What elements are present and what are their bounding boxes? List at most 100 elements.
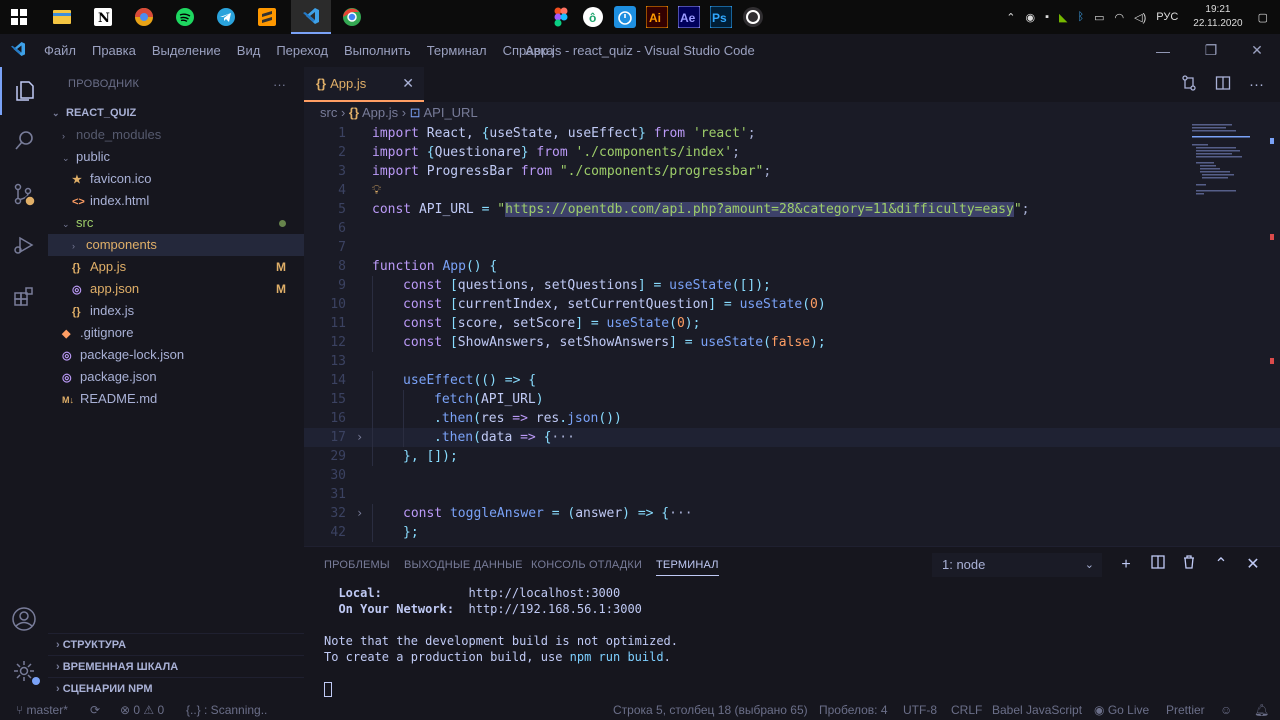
split-terminal-icon[interactable]: [1146, 553, 1170, 577]
code-line[interactable]: 31: [304, 485, 1280, 504]
app-tray-icon[interactable]: ◉: [1026, 11, 1036, 24]
illustrator-icon[interactable]: Ai: [644, 0, 670, 34]
close-icon[interactable]: ✕: [402, 67, 414, 100]
code-line[interactable]: 42};: [304, 523, 1280, 542]
workspace-root[interactable]: ⌄ REACT_QUIZ: [48, 102, 304, 124]
search-icon[interactable]: [0, 117, 48, 165]
code-line[interactable]: 29}, []);: [304, 447, 1280, 466]
tree-item-favicon[interactable]: ★ favicon.ico: [48, 168, 304, 190]
chrome-canary-icon[interactable]: [127, 0, 161, 34]
terminal-selector[interactable]: 1: node ⌄: [932, 553, 1102, 577]
code-line[interactable]: 7: [304, 238, 1280, 257]
notifications-icon[interactable]: ▢: [1258, 11, 1268, 24]
feedback-icon[interactable]: ☺: [1220, 700, 1232, 720]
split-editor-icon[interactable]: [1215, 75, 1231, 95]
more-actions-icon[interactable]: ···: [1249, 76, 1264, 93]
chevron-up-icon[interactable]: ⌃: [1209, 553, 1233, 577]
code-line[interactable]: 9 const [questions, setQuestions] = useSt…: [304, 276, 1280, 295]
explorer-icon[interactable]: [0, 67, 48, 115]
menu-view[interactable]: Вид: [237, 43, 261, 58]
code-line[interactable]: 4 💡︎: [304, 181, 1280, 200]
scanning-status[interactable]: {..} : Scanning..: [186, 700, 267, 720]
file-explorer-icon[interactable]: [45, 0, 79, 34]
menu-help[interactable]: Справка: [503, 43, 554, 58]
clock[interactable]: 19:21 22.11.2020: [1193, 3, 1242, 31]
code-line[interactable]: 10 const [currentIndex, setCurrentQuestio…: [304, 295, 1280, 314]
breadcrumb-file[interactable]: App.js: [362, 105, 398, 120]
line-ending[interactable]: CRLF: [951, 700, 982, 720]
close-window-button[interactable]: ✕: [1234, 34, 1280, 67]
encoding[interactable]: UTF-8: [903, 700, 937, 720]
open-changes-icon[interactable]: [1181, 74, 1197, 95]
tree-item-index-js[interactable]: {} index.js: [48, 300, 304, 322]
terminal-cursor[interactable]: [324, 682, 332, 697]
tree-item-node-modules[interactable]: › node_modules: [48, 124, 304, 146]
outline-panel[interactable]: › СТРУКТУРА: [48, 633, 304, 655]
tab-terminal[interactable]: ТЕРМИНАЛ: [656, 559, 719, 576]
code-line[interactable]: 12 const [ShowAnswers, setShowAnswers] = …: [304, 333, 1280, 352]
extensions-icon[interactable]: [0, 273, 48, 321]
nvidia-icon[interactable]: ◣: [1059, 11, 1067, 24]
code-line[interactable]: 5 const API_URL = "https://opentdb.com/ap…: [304, 200, 1280, 219]
code-line[interactable]: 17 › .then(data => {···: [304, 428, 1280, 447]
npm-scripts-panel[interactable]: › СЦЕНАРИИ NPM: [48, 677, 304, 699]
notifications-bell-icon[interactable]: 🔔︎: [1254, 700, 1269, 720]
menu-run[interactable]: Выполнить: [344, 43, 411, 58]
chrome-icon[interactable]: [335, 0, 369, 34]
minimize-button[interactable]: —: [1140, 34, 1186, 67]
tab-output[interactable]: ВЫХОДНЫЕ ДАННЫЕ: [404, 559, 523, 571]
tree-item-readme[interactable]: M↓ README.md: [48, 388, 304, 410]
tree-item-package-json[interactable]: ◎ package.json: [48, 366, 304, 388]
sync-icon[interactable]: ⟳: [90, 700, 100, 720]
code-line[interactable]: 13: [304, 352, 1280, 371]
notion-icon[interactable]: N: [86, 0, 120, 34]
code-line[interactable]: 15 fetch(API_URL): [304, 390, 1280, 409]
mining-app-icon[interactable]: ô: [580, 0, 606, 34]
lightbulb-icon[interactable]: 💡︎: [372, 183, 381, 198]
telegram-icon[interactable]: [209, 0, 243, 34]
tree-item-package-lock[interactable]: ◎ package-lock.json: [48, 344, 304, 366]
trash-icon[interactable]: [1177, 553, 1201, 577]
sublime-text-icon[interactable]: [250, 0, 284, 34]
battery-icon[interactable]: ▭: [1094, 11, 1104, 24]
tab-app-js[interactable]: {} App.js ✕: [304, 67, 424, 102]
prettier-button[interactable]: Prettier: [1166, 700, 1205, 720]
tree-item-gitignore[interactable]: ◆ .gitignore: [48, 322, 304, 344]
code-line[interactable]: 14 useEffect(() => {: [304, 371, 1280, 390]
figma-icon[interactable]: [548, 0, 574, 34]
accounts-icon[interactable]: [0, 595, 48, 643]
code-line[interactable]: 11 const [score, setScore] = useState(0);: [304, 314, 1280, 333]
wifi-icon[interactable]: ◠: [1115, 11, 1125, 24]
close-panel-icon[interactable]: ✕: [1241, 553, 1265, 577]
language-mode[interactable]: Babel JavaScript: [992, 700, 1082, 720]
chevron-up-icon[interactable]: ⌃: [1006, 11, 1015, 24]
code-line[interactable]: 2 import {Questionare} from './components…: [304, 143, 1280, 162]
tab-debug-console[interactable]: КОНСОЛЬ ОТЛАДКИ: [531, 559, 642, 571]
language-indicator[interactable]: РУС: [1156, 11, 1178, 23]
menu-selection[interactable]: Выделение: [152, 43, 221, 58]
cursor-position[interactable]: Строка 5, столбец 18 (выбрано 65): [613, 700, 808, 720]
tray-app-icon[interactable]: ▪: [1045, 11, 1049, 23]
windows-start-icon[interactable]: [2, 0, 36, 34]
breadcrumb-src[interactable]: src: [320, 105, 337, 120]
after-effects-icon[interactable]: Ae: [676, 0, 702, 34]
spotify-icon[interactable]: [168, 0, 202, 34]
branch-indicator[interactable]: ⑂ master*: [16, 700, 68, 720]
tree-item-index-html[interactable]: <> index.html: [48, 190, 304, 212]
problems-indicator[interactable]: ⊗ 0 ⚠ 0: [120, 700, 164, 720]
tree-item-components[interactable]: › components: [48, 234, 304, 256]
tab-problems[interactable]: ПРОБЛЕМЫ: [324, 559, 390, 571]
fold-chevron-icon[interactable]: ›: [356, 428, 363, 447]
code-line[interactable]: 1 import React, {useState, useEffect} fro…: [304, 124, 1280, 143]
obs-icon[interactable]: [740, 0, 766, 34]
indentation[interactable]: Пробелов: 4: [819, 700, 888, 720]
go-live-button[interactable]: ◉ Go Live: [1094, 700, 1149, 720]
menu-edit[interactable]: Правка: [92, 43, 136, 58]
tree-item-public[interactable]: ⌄ public: [48, 146, 304, 168]
timer-app-icon[interactable]: [612, 0, 638, 34]
code-line[interactable]: 16 .then(res => res.json()): [304, 409, 1280, 428]
code-line[interactable]: 30: [304, 466, 1280, 485]
bluetooth-icon[interactable]: ᛒ: [1078, 11, 1085, 23]
new-terminal-icon[interactable]: +: [1114, 553, 1138, 577]
code-line[interactable]: 8 function App() {: [304, 257, 1280, 276]
